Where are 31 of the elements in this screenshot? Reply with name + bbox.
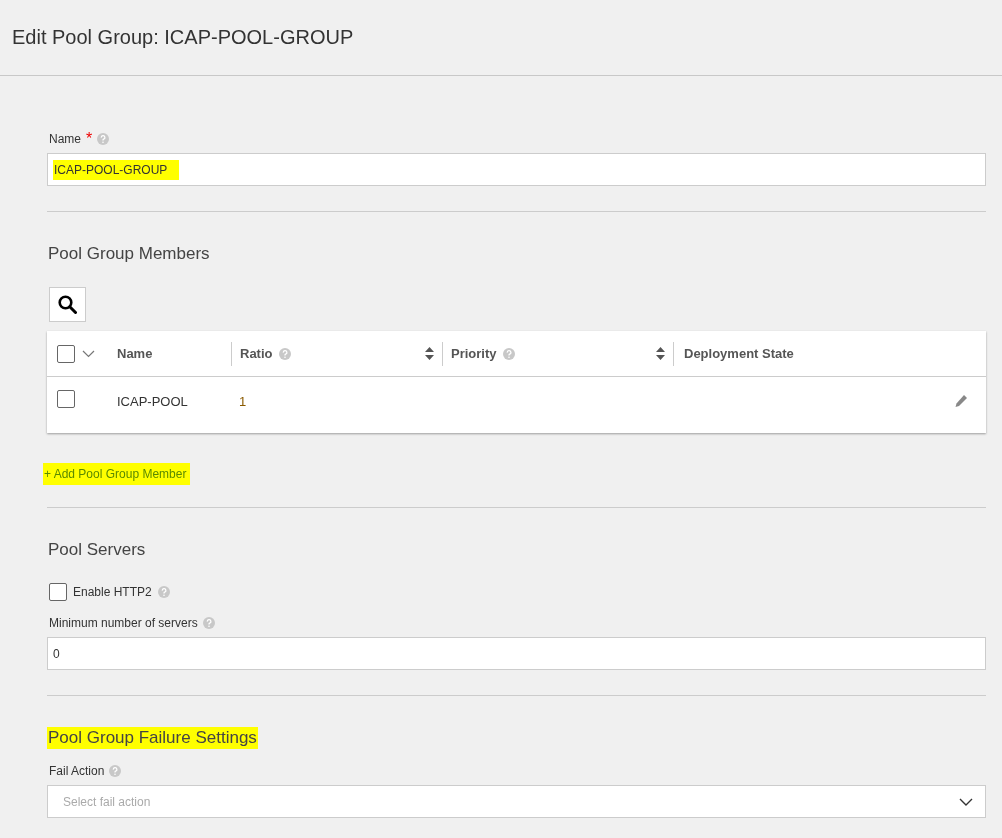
search-button[interactable] <box>49 287 86 322</box>
checkbox-label: Enable HTTP2 <box>73 585 152 599</box>
required-asterisk: * <box>86 130 93 148</box>
placeholder: Select fail action <box>63 794 151 809</box>
field-value: ICAP-POOL-GROUP <box>53 159 180 180</box>
search-icon <box>58 295 77 314</box>
section-heading: Pool Group Members <box>47 243 211 265</box>
chevron-down-icon <box>959 797 973 806</box>
chevron-down-icon[interactable] <box>82 349 95 358</box>
column-header: Name <box>117 346 153 361</box>
checkbox[interactable] <box>49 583 67 601</box>
field-label: Minimum number of servers <box>49 616 198 630</box>
column-header: Ratio <box>240 346 273 361</box>
field-label: Fail Action <box>49 764 105 778</box>
checkbox[interactable] <box>57 344 75 363</box>
section-heading: Pool Group Failure Settings <box>47 727 258 749</box>
pencil-icon[interactable] <box>954 394 968 408</box>
column-header: Deployment State <box>684 346 794 361</box>
add-member-link[interactable]: + Add Pool Group Member <box>43 463 191 485</box>
table-cell: ICAP-POOL <box>117 394 188 409</box>
field-value: 0 <box>53 646 60 661</box>
name-field[interactable]: ICAP-POOL-GROUP <box>47 153 986 186</box>
table-cell: 1 <box>239 394 247 409</box>
min-servers-field[interactable]: 0 <box>47 637 986 670</box>
sort-icon[interactable] <box>425 347 434 360</box>
field-label: Name <box>49 132 81 146</box>
page-title: Edit Pool Group: ICAP-POOL-GROUP <box>12 26 354 49</box>
column-header: Priority <box>451 346 497 361</box>
checkbox[interactable] <box>57 390 75 408</box>
section-heading: Pool Servers <box>47 539 147 561</box>
sort-icon[interactable] <box>656 347 665 360</box>
